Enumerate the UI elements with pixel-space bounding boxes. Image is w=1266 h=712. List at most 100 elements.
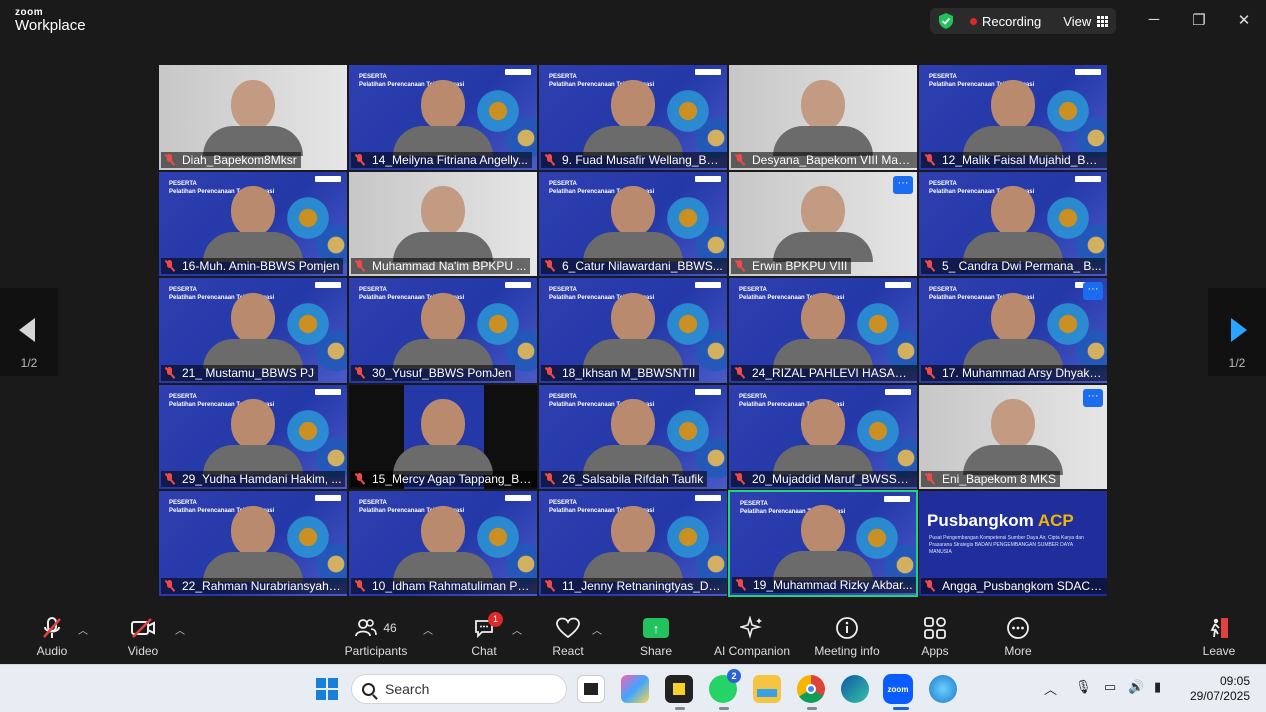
apps-button[interactable]: Apps	[903, 614, 967, 658]
participant-video	[773, 79, 873, 156]
participant-tile[interactable]: PESERTA Pelatihan Perencanaan Teknis Irig…	[158, 383, 348, 491]
participant-video	[773, 292, 873, 369]
tile-options-button[interactable]: ···	[893, 175, 913, 194]
participant-video	[773, 399, 873, 476]
participants-icon: 46	[343, 614, 409, 642]
org-logo	[885, 282, 911, 289]
meeting-info-button[interactable]: Meeting info	[809, 614, 885, 658]
taskbar-clock[interactable]: 09:05 29/07/2025	[1186, 674, 1250, 704]
react-label: React	[552, 644, 584, 658]
participants-options-caret-icon[interactable]: ︿	[423, 622, 433, 637]
sticky-notes-icon[interactable]	[665, 675, 693, 703]
participant-tile[interactable]: PESERTA Pelatihan Perencanaan Teknis Irig…	[728, 277, 918, 384]
next-page-indicator: 1/2	[1228, 356, 1246, 370]
participant-tile[interactable]: Desyana_Bapekom VIII Mak...	[728, 64, 918, 171]
copilot-icon[interactable]	[621, 675, 649, 703]
participant-tile[interactable]: PESERTA Pelatihan Perencanaan Teknis Irig…	[348, 490, 538, 597]
participant-tile[interactable]: ··· Eni_Bapekom 8 MKS	[918, 383, 1108, 491]
video-button[interactable]: Video	[111, 614, 175, 658]
org-logo	[315, 282, 341, 289]
audio-options-caret-icon[interactable]: ︿	[78, 622, 88, 637]
participant-tile[interactable]: PESERTA Pelatihan Perencanaan Teknis Irig…	[538, 383, 728, 491]
participant-video	[963, 79, 1063, 156]
participant-tile[interactable]: 15_Mercy Agap Tappang_BB...	[348, 383, 538, 491]
mic-muted-icon	[544, 473, 556, 485]
meeting-toolbar: Audio ︿ Video ︿ 46 Participants ︿ 1 Chat…	[0, 606, 1266, 664]
participant-tile[interactable]: Pusbangkom ACP Pusat Pengembangan Kompete…	[918, 490, 1108, 597]
participant-name-bar: 14_Meilyna Fitriana Angelly...	[351, 151, 532, 168]
more-button[interactable]: More	[986, 614, 1050, 658]
participant-tile[interactable]: PESERTA Pelatihan Perencanaan Teknis Irig…	[728, 383, 918, 491]
chat-button[interactable]: 1 Chat	[452, 612, 516, 658]
participant-tile[interactable]: PESERTA Pelatihan Perencanaan Teknis Irig…	[348, 64, 538, 171]
minimize-button[interactable]: ─	[1144, 11, 1164, 28]
file-explorer-icon[interactable]	[753, 675, 781, 703]
restore-button[interactable]: ❐	[1189, 11, 1209, 29]
participant-tile[interactable]: PESERTA Pelatihan Perencanaan Teknis Irig…	[538, 170, 728, 278]
react-options-caret-icon[interactable]: ︿	[592, 622, 602, 637]
tray-chevron-icon[interactable]: ︿	[1044, 679, 1057, 698]
participant-tile[interactable]: Muhammad Na'im BPKPU ...	[348, 170, 538, 278]
edge-icon[interactable]	[841, 675, 869, 703]
start-button[interactable]	[313, 675, 341, 703]
participant-video	[583, 292, 683, 369]
view-button[interactable]: View	[1063, 14, 1109, 29]
mic-muted-icon	[20, 614, 84, 642]
audio-button[interactable]: Audio	[20, 614, 84, 658]
next-page-button[interactable]: 1/2	[1208, 288, 1266, 376]
participant-tile[interactable]: PESERTA Pelatihan Perencanaan Teknis Irig…	[538, 277, 728, 384]
participant-tile[interactable]: PESERTA Pelatihan Perencanaan Teknis Irig…	[918, 277, 1108, 384]
zoom-taskbar-icon[interactable]: zoom	[883, 674, 913, 704]
shield-check-icon[interactable]	[938, 12, 954, 30]
prev-page-indicator: 1/2	[20, 356, 38, 370]
participant-name: Eni_Bapekom 8 MKS	[942, 472, 1057, 487]
participant-video	[583, 399, 683, 476]
task-view-icon[interactable]	[577, 675, 605, 703]
participants-button[interactable]: 46 Participants	[343, 614, 409, 658]
share-icon-wrap: ↑	[624, 614, 688, 642]
org-logo	[1075, 69, 1101, 75]
prev-page-button[interactable]: 1/2	[0, 288, 58, 376]
mic-muted-icon	[734, 153, 746, 166]
participants-count: 46	[383, 621, 397, 635]
participant-tile[interactable]: PESERTA Pelatihan Perencanaan Teknis Irig…	[348, 277, 538, 384]
participant-tile[interactable]: PESERTA Pelatihan Perencanaan Teknis Irig…	[918, 64, 1108, 171]
participant-tile[interactable]: PESERTA Pelatihan Perencanaan Teknis Irig…	[158, 277, 348, 384]
recording-dot-icon	[970, 17, 977, 25]
close-button[interactable]: ✕	[1234, 11, 1254, 29]
participant-name-bar: 29_Yudha Hamdani Hakim, ...	[161, 471, 346, 488]
participant-name-bar: Muhammad Na'im BPKPU ...	[351, 258, 531, 275]
whatsapp-icon[interactable]: 2	[709, 669, 741, 703]
participant-tile[interactable]: PESERTA Pelatihan Perencanaan Teknis Irig…	[158, 170, 348, 278]
participant-tile[interactable]: PESERTA Pelatihan Perencanaan Teknis Irig…	[538, 490, 728, 597]
participant-tile[interactable]: PESERTA Pelatihan Perencanaan Teknis Irig…	[918, 170, 1108, 278]
tray-volume-icon[interactable]: 🔊	[1128, 679, 1144, 695]
participant-name-bar: 9. Fuad Musafir Wellang_BB...	[541, 151, 727, 168]
share-button[interactable]: ↑ Share	[624, 614, 688, 658]
tile-options-button[interactable]: ···	[1083, 282, 1103, 301]
tray-mic-icon[interactable]: 🎙	[1075, 679, 1092, 695]
react-button[interactable]: React	[536, 614, 600, 658]
tile-options-button[interactable]: ···	[1083, 388, 1103, 407]
taskbar-search[interactable]: Search	[351, 674, 567, 704]
chat-options-caret-icon[interactable]: ︿	[512, 622, 522, 637]
participant-tile[interactable]: PESERTA Pelatihan Perencanaan Teknis Irig…	[538, 64, 728, 171]
chat-icon: 1	[452, 612, 516, 642]
zoom-logo: zoom Workplace	[15, 8, 86, 34]
participant-tile[interactable]: Diah_Bapekom8Mksr	[158, 64, 348, 171]
tray-battery-icon[interactable]: ▮	[1154, 679, 1161, 695]
participant-tile[interactable]: ··· Erwin BPKPU VIII	[728, 170, 918, 278]
video-options-caret-icon[interactable]: ︿	[175, 622, 185, 637]
pusbangkom-title-a: Pusbangkom	[927, 511, 1038, 531]
share-label: Share	[639, 644, 673, 658]
mic-muted-icon	[924, 579, 936, 592]
mic-muted-icon	[734, 260, 746, 272]
recording-label[interactable]: Recording	[982, 14, 1041, 29]
participant-tile[interactable]: PESERTA Pelatihan Perencanaan Teknis Irig…	[728, 490, 918, 597]
chrome-icon[interactable]	[797, 675, 825, 703]
participant-tile[interactable]: PESERTA Pelatihan Perencanaan Teknis Irig…	[158, 490, 348, 597]
ai-companion-button[interactable]: AI Companion	[712, 614, 792, 658]
globe-app-icon[interactable]	[929, 675, 957, 703]
leave-button[interactable]: Leave	[1187, 614, 1251, 658]
tray-network-icon[interactable]: ▭	[1104, 679, 1116, 695]
